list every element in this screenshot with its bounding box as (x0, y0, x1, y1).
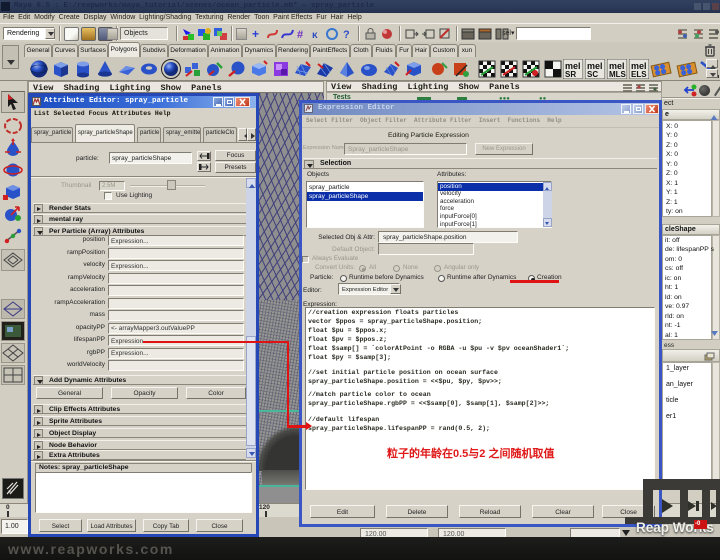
svg-text:#: # (297, 29, 303, 41)
svg-text:?: ? (343, 29, 350, 41)
svg-text:MLS: MLS (609, 70, 627, 79)
svg-text:κ: κ (312, 30, 318, 41)
svg-text:+: + (252, 27, 259, 41)
svg-text:SC: SC (587, 70, 598, 79)
svg-text:SR: SR (565, 70, 576, 79)
svg-text:ELS: ELS (631, 70, 647, 79)
